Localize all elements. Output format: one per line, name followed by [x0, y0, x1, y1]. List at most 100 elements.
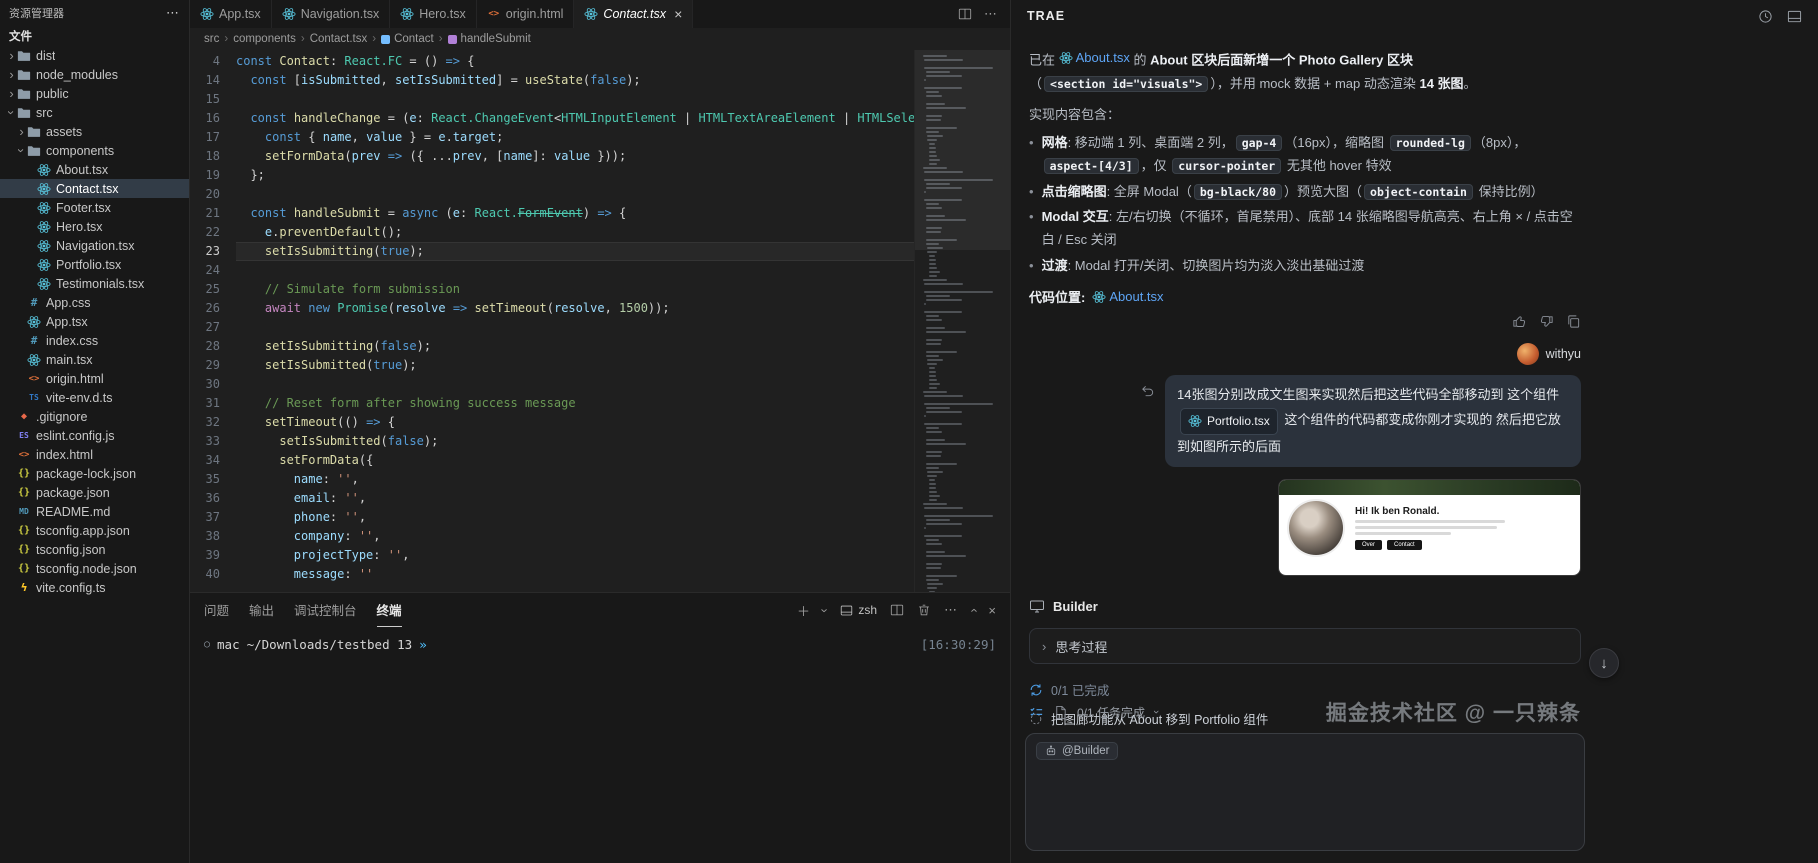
code-line[interactable] — [236, 185, 914, 204]
code-line[interactable]: projectType: '', — [236, 546, 914, 565]
terminal-more-icon[interactable]: ⋯ — [944, 602, 958, 618]
minimap[interactable] — [914, 50, 1010, 592]
code-line[interactable]: const handleSubmit = async (e: React.For… — [236, 204, 914, 223]
chat-input[interactable]: @Builder — [1025, 733, 1585, 851]
file-tree-item[interactable]: ›assets — [0, 122, 189, 141]
editor-tab[interactable]: Navigation.tsx — [272, 0, 391, 28]
shell-instance[interactable]: zsh — [840, 603, 877, 617]
code-line[interactable]: setFormData({ — [236, 451, 914, 470]
code-line[interactable]: // Reset form after showing success mess… — [236, 394, 914, 413]
file-tree-item[interactable]: Contact.tsx — [0, 179, 189, 198]
file-tree-item[interactable]: #index.css — [0, 331, 189, 350]
location-file-link[interactable]: About.tsx — [1092, 289, 1163, 304]
close-icon[interactable]: × — [674, 7, 682, 21]
thumbs-down-icon[interactable] — [1539, 314, 1554, 329]
editor-tab[interactable]: Contact.tsx× — [574, 0, 693, 28]
code-lines[interactable]: const Contact: React.FC = () => { const … — [236, 50, 914, 592]
editor-tab[interactable]: <>origin.html — [477, 0, 575, 28]
code-line[interactable]: email: '', — [236, 489, 914, 508]
file-tree-item[interactable]: ›dist — [0, 46, 189, 65]
code-line[interactable]: company: '', — [236, 527, 914, 546]
code-line[interactable]: e.preventDefault(); — [236, 223, 914, 242]
code-line[interactable]: message: '' — [236, 565, 914, 584]
code-line[interactable] — [236, 318, 914, 337]
split-terminal-icon[interactable] — [890, 603, 904, 617]
file-tree-item[interactable]: Hero.tsx — [0, 217, 189, 236]
file-tree-item[interactable]: Testimonials.tsx — [0, 274, 189, 293]
attached-image[interactable]: Hi! Ik ben Ronald. Over Contact — [1278, 479, 1581, 576]
more-actions-icon[interactable]: ⋯ — [166, 5, 180, 21]
file-link[interactable]: About.tsx — [1059, 46, 1130, 69]
editor-tab[interactable]: App.tsx — [190, 0, 272, 28]
maximize-panel-icon[interactable]: › — [966, 608, 981, 612]
thinking-process-toggle[interactable]: › 思考过程 — [1029, 628, 1581, 664]
panel-tab[interactable]: 问题 — [204, 593, 229, 627]
file-tree-item[interactable]: {}tsconfig.app.json — [0, 521, 189, 540]
close-panel-icon[interactable]: × — [988, 603, 996, 618]
breadcrumb-item[interactable]: src — [204, 33, 219, 45]
panel-tab[interactable]: 输出 — [249, 593, 274, 627]
workspace-section-header[interactable]: 文件 — [0, 26, 189, 46]
file-tree-item[interactable]: MDREADME.md — [0, 502, 189, 521]
code-line[interactable]: // Simulate form submission — [236, 280, 914, 299]
file-tree-item[interactable]: {}package.json — [0, 483, 189, 502]
chevron-down-icon[interactable]: › — [1150, 710, 1162, 714]
code-line[interactable] — [236, 375, 914, 394]
editor-tab[interactable]: Hero.tsx — [390, 0, 477, 28]
file-tree-item[interactable]: ›components — [0, 141, 189, 160]
file-tree-item[interactable]: ◆.gitignore — [0, 407, 189, 426]
code-line[interactable]: const [isSubmitted, setIsSubmitted] = us… — [236, 71, 914, 90]
file-tree-item[interactable]: Navigation.tsx — [0, 236, 189, 255]
split-editor-icon[interactable] — [958, 7, 972, 21]
breadcrumb-item[interactable]: Contact.tsx — [310, 33, 368, 45]
file-tree-item[interactable]: TSvite-env.d.ts — [0, 388, 189, 407]
file-tree-item[interactable]: ›src — [0, 103, 189, 122]
code-line[interactable]: const { name, value } = e.target; — [236, 128, 914, 147]
editor-more-icon[interactable]: ⋯ — [984, 6, 998, 22]
code-line[interactable]: setIsSubmitting(true); — [236, 242, 914, 261]
file-tree-item[interactable]: {}tsconfig.node.json — [0, 559, 189, 578]
file-tree-item[interactable]: Portfolio.tsx — [0, 255, 189, 274]
file-tree-item[interactable]: ESeslint.config.js — [0, 426, 189, 445]
context-chip-builder[interactable]: @Builder — [1036, 742, 1118, 760]
code-line[interactable]: const Contact: React.FC = () => { — [236, 52, 914, 71]
code-line[interactable]: setFormData(prev => ({ ...prev, [name]: … — [236, 147, 914, 166]
kill-terminal-icon[interactable] — [917, 603, 931, 617]
file-tree-item[interactable]: main.tsx — [0, 350, 189, 369]
code-line[interactable]: setTimeout(() => { — [236, 413, 914, 432]
code-line[interactable]: setIsSubmitted(true); — [236, 356, 914, 375]
code-line[interactable]: setIsSubmitted(false); — [236, 432, 914, 451]
file-tree-item[interactable]: ›public — [0, 84, 189, 103]
breadcrumb-item[interactable]: Contact — [381, 33, 434, 45]
new-terminal-icon[interactable]: ＋ — [797, 601, 810, 620]
code-line[interactable] — [236, 261, 914, 280]
code-line[interactable]: name: '', — [236, 470, 914, 489]
terminal-dropdown-icon[interactable]: › — [818, 608, 833, 612]
code-editor[interactable]: 4141516171819202122232425262728293031323… — [190, 50, 1010, 592]
file-chip[interactable]: Portfolio.tsx — [1180, 408, 1278, 435]
file-tree-item[interactable]: Footer.tsx — [0, 198, 189, 217]
file-tree-item[interactable]: <>index.html — [0, 445, 189, 464]
code-line[interactable]: setIsSubmitting(false); — [236, 337, 914, 356]
copy-icon[interactable] — [1566, 314, 1581, 329]
history-icon[interactable] — [1758, 9, 1773, 24]
code-line[interactable]: phone: '', — [236, 508, 914, 527]
code-line[interactable] — [236, 90, 914, 109]
file-tree-item[interactable]: ϟvite.config.ts — [0, 578, 189, 597]
file-tree-item[interactable]: {}tsconfig.json — [0, 540, 189, 559]
file-tree-item[interactable]: <>origin.html — [0, 369, 189, 388]
file-tree-item[interactable]: ›node_modules — [0, 65, 189, 84]
file-tree-item[interactable]: {}package-lock.json — [0, 464, 189, 483]
panel-tab[interactable]: 终端 — [377, 593, 402, 627]
code-line[interactable]: await new Promise(resolve => setTimeout(… — [236, 299, 914, 318]
breadcrumb-item[interactable]: components — [233, 33, 296, 45]
code-line[interactable]: }; — [236, 166, 914, 185]
restore-checkpoint-icon[interactable] — [1140, 383, 1155, 399]
file-tree-item[interactable]: #App.css — [0, 293, 189, 312]
scroll-to-bottom-button[interactable]: ↓ — [1589, 648, 1619, 678]
breadcrumb-item[interactable]: handleSubmit — [448, 33, 531, 45]
task-checklist-icon[interactable] — [1029, 705, 1044, 720]
terminal-output[interactable]: ○ mac ~/Downloads/testbed 13 » [16:30:29… — [190, 627, 1010, 652]
code-line[interactable]: const handleChange = (e: React.ChangeEve… — [236, 109, 914, 128]
file-tree-item[interactable]: About.tsx — [0, 160, 189, 179]
